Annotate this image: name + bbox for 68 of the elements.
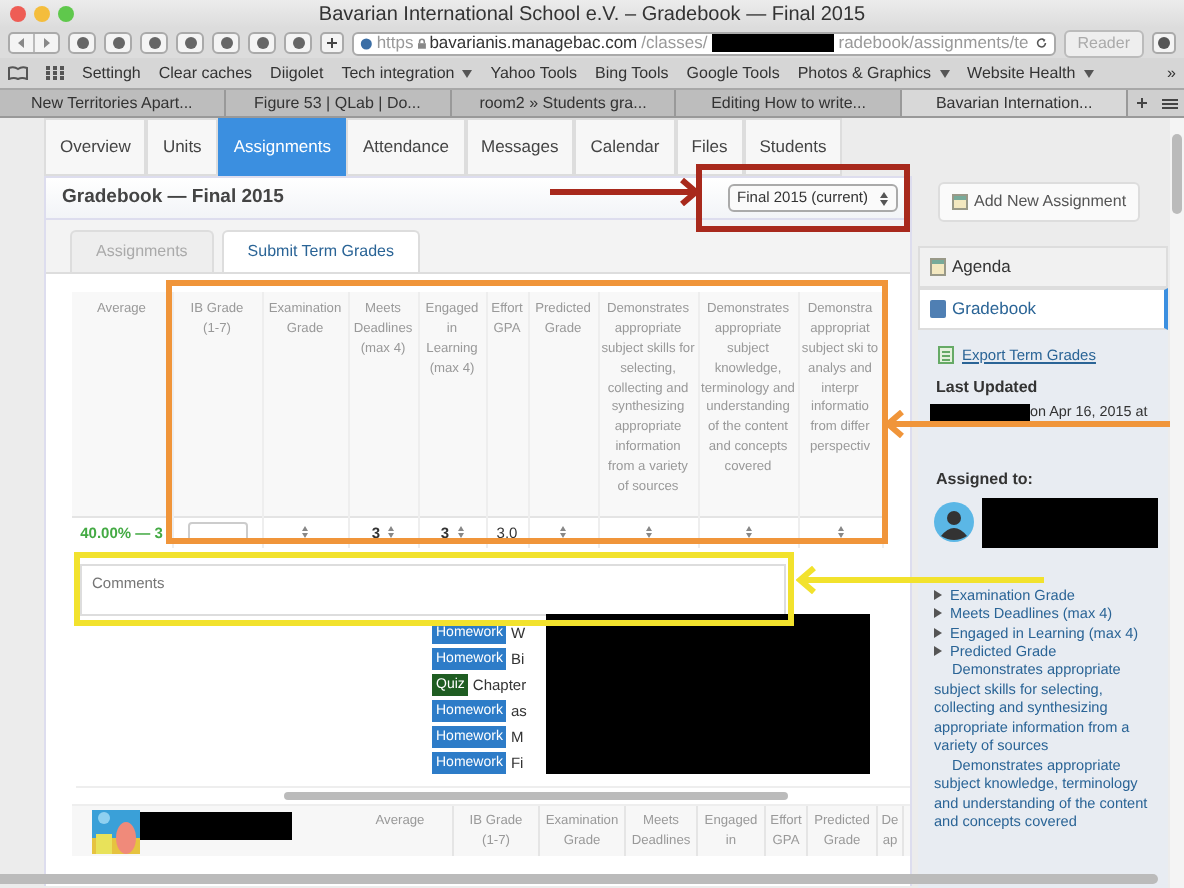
scrollbar-thumb[interactable] xyxy=(1172,134,1182,214)
url-host: bavarianis.managebac.com xyxy=(429,33,638,53)
select-arrows-icon xyxy=(457,526,464,539)
sidebar-tab[interactable]: Gradebook xyxy=(918,287,1168,329)
browser-tab[interactable]: Bavarian Internation... xyxy=(902,90,1128,116)
address-field[interactable]: https bavarianis.managebac.com /classes/ radebook/assignments/te xyxy=(352,31,1056,55)
nav-tab[interactable]: Calendar xyxy=(574,118,676,176)
section-heading: Last Updated xyxy=(934,375,1040,400)
url-path: /classes/ xyxy=(641,33,708,53)
grade-select[interactable] xyxy=(560,525,566,538)
panel-title: Gradebook — Final 2015 xyxy=(62,183,284,212)
sub-tab[interactable]: Submit Term Grades xyxy=(221,230,421,272)
nav-tab[interactable]: Messages xyxy=(465,118,575,176)
caret-icon xyxy=(1083,69,1094,77)
back-forward-buttons[interactable] xyxy=(8,32,60,54)
select-arrows-icon xyxy=(560,525,566,538)
grid-icon[interactable] xyxy=(46,66,64,80)
spreadsheet-icon xyxy=(938,345,954,364)
select-arrows-icon xyxy=(388,526,395,539)
close-button[interactable] xyxy=(10,6,26,22)
lock-icon xyxy=(417,37,426,49)
bookmark[interactable]: Website Health xyxy=(967,61,1094,85)
sidebar-tab[interactable]: Agenda xyxy=(918,246,1168,288)
grade-select[interactable] xyxy=(837,525,843,538)
bookmark[interactable]: Settingh xyxy=(82,61,141,85)
avatar-icon xyxy=(934,502,974,543)
browser-tab[interactable]: room2 » Students gra... xyxy=(451,90,677,116)
window-title: Bavarian International School e.V. – Gradebook — Final 2015 xyxy=(318,1,866,29)
redaction-bar xyxy=(930,403,1030,422)
select-arrows-icon xyxy=(302,525,308,538)
url-scheme: https xyxy=(376,33,414,53)
new-tab-button[interactable] xyxy=(320,32,344,54)
grade-select[interactable] xyxy=(302,525,308,538)
nav-tab[interactable]: Attendance xyxy=(346,118,465,176)
nav-tab[interactable]: Overview xyxy=(44,118,147,176)
bookmark[interactable]: Diigolet xyxy=(270,61,324,85)
scrollbar-thumb[interactable] xyxy=(0,874,1158,884)
section-heading: Assigned to: xyxy=(934,467,1035,492)
bookmark[interactable]: Tech integration xyxy=(341,61,473,85)
grade-select[interactable] xyxy=(745,525,751,538)
caret-icon xyxy=(462,69,473,77)
select-arrows-icon xyxy=(745,525,751,538)
book-icon[interactable] xyxy=(8,66,28,80)
bookmark[interactable]: Google Tools xyxy=(686,61,780,85)
grade-select[interactable] xyxy=(645,525,651,538)
new-tab-button[interactable] xyxy=(1127,90,1156,116)
tab-overview-button[interactable] xyxy=(1155,90,1184,116)
calendar-icon xyxy=(930,257,946,276)
redaction-bar xyxy=(711,34,835,52)
calendar-icon xyxy=(952,194,968,210)
nav-tab[interactable]: Units xyxy=(146,118,218,176)
caret-icon xyxy=(939,69,950,77)
book-icon xyxy=(930,299,946,318)
select-arrows-icon xyxy=(837,525,843,538)
grade-input[interactable] xyxy=(187,522,247,544)
url-path: radebook/assignments/te xyxy=(838,33,1029,53)
bookmark[interactable]: Photos & Graphics xyxy=(797,61,950,85)
more-bookmarks-button[interactable]: » xyxy=(1167,61,1176,85)
browser-tab[interactable]: New Territories Apart... xyxy=(0,90,226,116)
select-arrows-icon xyxy=(645,525,651,538)
scrollbar-thumb[interactable] xyxy=(284,792,788,800)
select-arrows-icon xyxy=(880,191,888,205)
bookmark[interactable]: Yahoo Tools xyxy=(490,61,578,85)
add-assignment-button[interactable]: Add New Assignment xyxy=(938,182,1141,222)
browser-tab[interactable]: Figure 53 | QLab | Do... xyxy=(225,90,452,116)
bookmark[interactable]: Clear caches xyxy=(158,61,253,85)
reload-icon[interactable] xyxy=(1036,36,1048,50)
bookmark[interactable]: Bing Tools xyxy=(595,61,669,85)
